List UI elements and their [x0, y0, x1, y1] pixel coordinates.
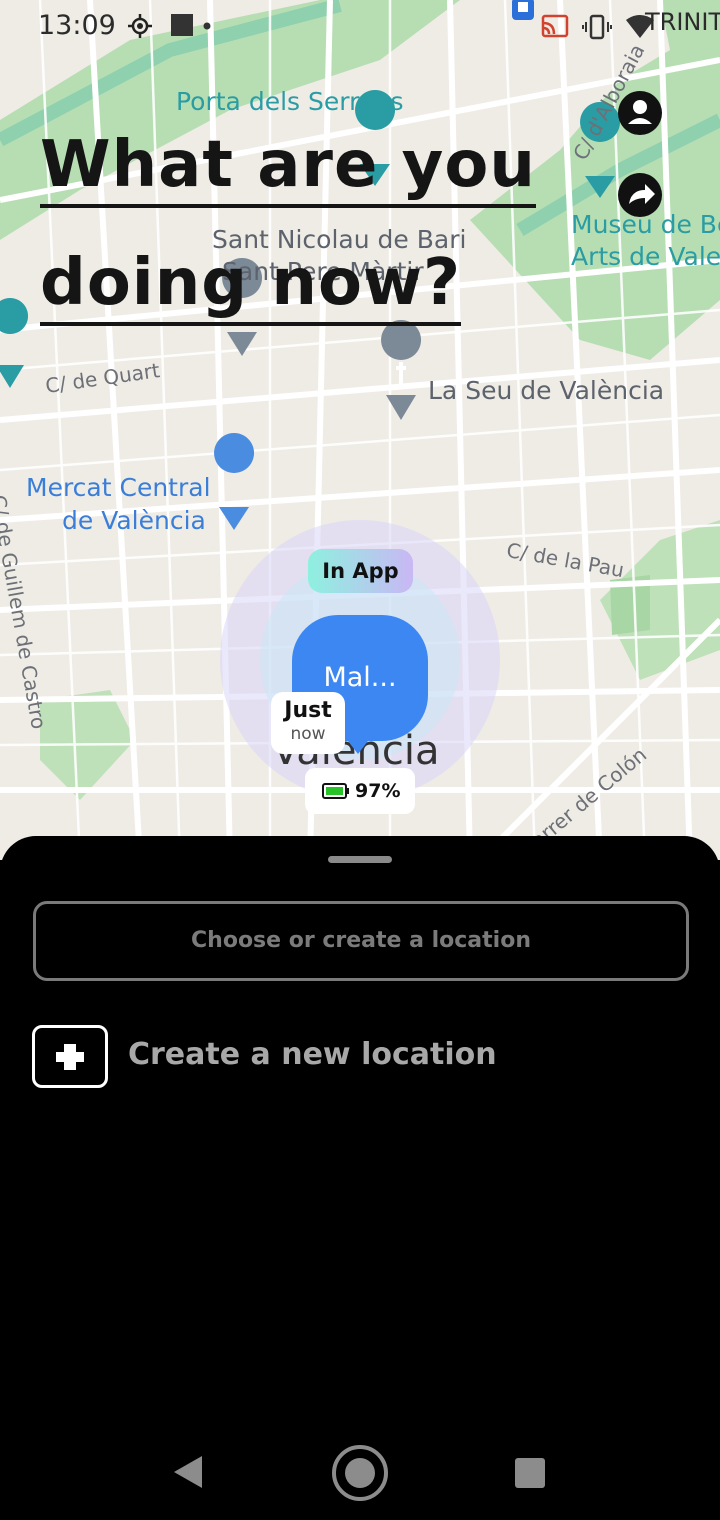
nav-back-button[interactable]	[170, 1452, 206, 1497]
map-label-museu-2: Arts de Vale	[571, 242, 720, 271]
map-view[interactable]: Porta dels Serrans Sant Nicolau de Bari …	[0, 0, 720, 860]
bottom-sheet[interactable]: Choose or create a location Create a new…	[0, 836, 720, 1520]
location-search-field[interactable]: Choose or create a location	[33, 901, 689, 981]
battery-icon	[322, 783, 349, 799]
share-button[interactable]	[617, 172, 663, 223]
profile-button[interactable]	[617, 90, 663, 141]
create-location-label[interactable]: Create a new location	[128, 1037, 497, 1072]
plus-icon	[56, 1044, 84, 1070]
map-label-mercat-1: Mercat Central	[26, 473, 211, 502]
last-seen-line-2: now	[290, 724, 326, 744]
location-icon	[128, 14, 152, 38]
nav-recents-button[interactable]	[514, 1457, 546, 1494]
sheet-drag-handle[interactable]	[328, 856, 392, 863]
battery-percent: 97%	[355, 780, 401, 802]
map-label-mercat-2: de València	[62, 506, 206, 535]
headline-line-2: doing now?	[40, 246, 462, 326]
home-icon	[332, 1445, 388, 1501]
battery-badge: 97%	[305, 768, 415, 814]
nav-home-button[interactable]	[331, 1444, 389, 1507]
transit-icon	[512, 0, 534, 20]
create-location-row[interactable]: Create a new location	[32, 1025, 672, 1088]
headline: What are you doing now?	[40, 106, 536, 342]
in-app-badge: In App	[308, 549, 413, 593]
add-location-button[interactable]	[32, 1025, 108, 1088]
notification-icon	[171, 14, 193, 36]
headline-line-1: What are you	[40, 128, 536, 208]
carrier-label: TRINIT	[645, 8, 720, 36]
status-time: 13:09	[38, 10, 116, 41]
vibrate-icon	[582, 14, 612, 40]
dot-icon	[203, 22, 211, 30]
system-nav-bar	[0, 1430, 720, 1520]
last-seen-badge: Just now	[271, 692, 345, 754]
cast-icon	[541, 14, 569, 38]
share-arrow-icon	[618, 173, 662, 217]
map-label-seu: La Seu de València	[428, 376, 665, 405]
status-bar: 13:09 TRINIT	[0, 0, 720, 54]
back-icon	[174, 1456, 202, 1488]
last-seen-line-1: Just	[284, 698, 332, 723]
account-icon	[618, 91, 662, 135]
recents-icon	[515, 1458, 545, 1488]
